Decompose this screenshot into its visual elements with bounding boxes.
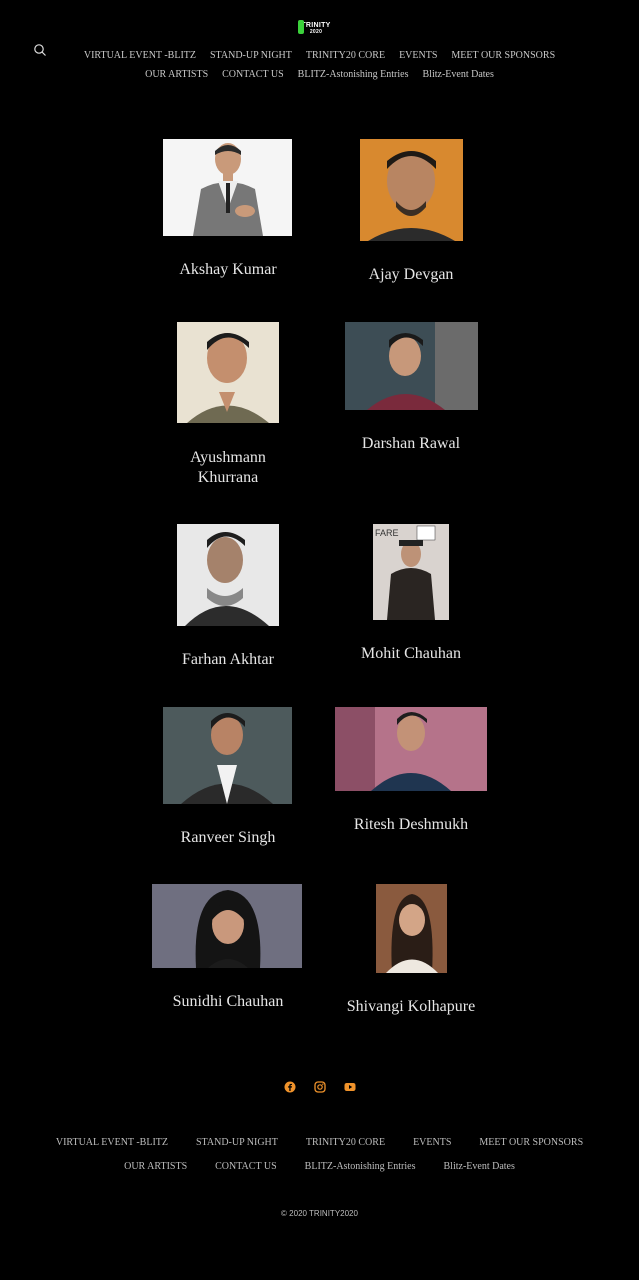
nav-item-virtual-event-blitz[interactable]: VIRTUAL EVENT -BLITZ <box>84 50 196 61</box>
artist-photo <box>345 322 478 410</box>
facebook-icon[interactable] <box>284 1081 296 1093</box>
nav-item-events[interactable]: EVENTS <box>399 50 437 61</box>
artist-name: Akshay Kumar <box>179 261 277 278</box>
footer-nav-events[interactable]: EVENTS <box>413 1137 451 1148</box>
footer-nav-blitz-entries[interactable]: BLITZ-Astonishing Entries <box>305 1161 416 1172</box>
nav-item-contact-us[interactable]: CONTACT US <box>222 69 284 80</box>
primary-nav-row-1: VIRTUAL EVENT -BLITZ STAND-UP NIGHT TRIN… <box>0 50 639 61</box>
footer-nav-trinity20-core[interactable]: TRINITY20 CORE <box>306 1137 385 1148</box>
artist-photo <box>376 884 447 973</box>
footer-nav-blitz-event-dates[interactable]: Blitz-Event Dates <box>444 1161 515 1172</box>
logo-mark-icon <box>298 20 304 34</box>
artist-photo: FARE <box>373 524 449 620</box>
nav-item-blitz-entries[interactable]: BLITZ-Astonishing Entries <box>298 69 409 80</box>
svg-text:FARE: FARE <box>375 528 399 538</box>
artist-name: Ritesh Deshmukh <box>353 816 469 833</box>
footer-nav-contact-us[interactable]: CONTACT US <box>215 1161 277 1172</box>
artist-photo <box>163 139 292 236</box>
logo-subtitle: 2020 <box>309 29 323 35</box>
copyright-text: © 2020 TRINITY2020 <box>281 1209 358 1218</box>
artist-name: Ayushmann Khurrana <box>190 449 266 486</box>
artist-photo <box>335 707 487 791</box>
site-logo[interactable]: TRINITY 2020 <box>298 18 334 40</box>
footer-nav-row-2: OUR ARTISTS CONTACT US BLITZ-Astonishing… <box>0 1161 639 1172</box>
artist-photo <box>177 524 279 626</box>
artist-name: Ranveer Singh <box>180 829 276 846</box>
logo-title: TRINITY <box>301 22 331 29</box>
footer-nav-our-artists[interactable]: OUR ARTISTS <box>124 1161 187 1172</box>
artist-name: Shivangi Kolhapure <box>346 998 476 1015</box>
artist-photo <box>163 707 292 804</box>
footer-nav-row-1: VIRTUAL EVENT -BLITZ STAND-UP NIGHT TRIN… <box>0 1137 639 1148</box>
artist-name: Sunidhi Chauhan <box>172 993 284 1010</box>
nav-item-stand-up-night[interactable]: STAND-UP NIGHT <box>210 50 292 61</box>
artist-photo <box>360 139 463 241</box>
artist-photo <box>177 322 279 423</box>
social-links <box>0 1081 639 1093</box>
artist-name: Darshan Rawal <box>361 435 461 452</box>
youtube-icon[interactable] <box>344 1081 356 1093</box>
artist-name: Mohit Chauhan <box>361 645 461 662</box>
page: TRINITY 2020 VIRTUAL EVENT -BLITZ STAND-… <box>0 0 639 1280</box>
nav-item-our-artists[interactable]: OUR ARTISTS <box>145 69 208 80</box>
nav-item-blitz-event-dates[interactable]: Blitz-Event Dates <box>423 69 494 80</box>
nav-item-meet-our-sponsors[interactable]: MEET OUR SPONSORS <box>451 50 555 61</box>
footer-nav-meet-our-sponsors[interactable]: MEET OUR SPONSORS <box>479 1137 583 1148</box>
artist-name: Ajay Devgan <box>368 266 454 283</box>
footer-nav-stand-up-night[interactable]: STAND-UP NIGHT <box>196 1137 278 1148</box>
artist-name: Farhan Akhtar <box>182 651 274 668</box>
nav-item-trinity20-core[interactable]: TRINITY20 CORE <box>306 50 385 61</box>
artist-photo <box>152 884 302 968</box>
footer-nav-virtual-event-blitz[interactable]: VIRTUAL EVENT -BLITZ <box>56 1137 168 1148</box>
primary-nav-row-2: OUR ARTISTS CONTACT US BLITZ-Astonishing… <box>0 69 639 80</box>
instagram-icon[interactable] <box>313 1081 326 1093</box>
